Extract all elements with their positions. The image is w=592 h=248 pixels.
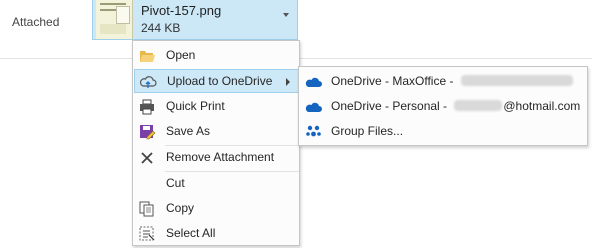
save-as-icon [138, 123, 156, 141]
remove-x-icon [138, 149, 156, 167]
folder-open-icon [138, 47, 156, 65]
attached-label: Attached [12, 15, 60, 29]
submenu-item-group-files[interactable]: Group Files... [300, 120, 586, 144]
attachment-thumbnail [96, 0, 133, 39]
attachment-context-menu: Open Upload to OneDrive Quick Print Save… [132, 40, 300, 246]
menu-item-upload-to-onedrive[interactable]: Upload to OneDrive [134, 69, 299, 93]
copy-icon [138, 200, 156, 218]
attachment-name: Pivot-157.png [141, 3, 222, 18]
submenu-item-label: Group Files... [331, 124, 404, 138]
cloud-upload-icon [139, 73, 157, 91]
menu-item-label: Quick Print [166, 99, 225, 113]
group-icon [305, 124, 323, 140]
menu-item-remove-attachment[interactable]: Remove Attachment [134, 146, 299, 170]
menu-item-cut[interactable]: Cut [134, 172, 299, 196]
menu-item-open[interactable]: Open [134, 44, 299, 68]
chevron-down-icon[interactable] [283, 13, 289, 17]
attachment-size: 244 KB [141, 21, 181, 35]
submenu-arrow-icon [286, 78, 290, 86]
menu-item-label: Upload to OneDrive [167, 74, 273, 88]
menu-item-copy[interactable]: Copy [134, 197, 299, 221]
menu-item-label: Cut [166, 176, 185, 190]
select-all-icon [138, 225, 156, 243]
menu-item-label: Open [166, 48, 196, 62]
menu-item-select-all[interactable]: Select All [134, 222, 299, 246]
menu-item-label: Select All [166, 226, 216, 240]
redacted-text [460, 75, 573, 86]
menu-item-label: Copy [166, 201, 195, 215]
submenu-item-onedrive-personal[interactable]: OneDrive - Personal - @hotmail.com [300, 95, 586, 119]
menu-item-save-as[interactable]: Save As [134, 120, 299, 144]
onedrive-icon [305, 99, 323, 115]
submenu-item-label: OneDrive - MaxOffice - [331, 74, 573, 88]
submenu-item-onedrive-business[interactable]: OneDrive - MaxOffice - [300, 70, 586, 94]
menu-item-label: Remove Attachment [166, 150, 275, 164]
menu-item-label: Save As [166, 124, 211, 138]
redacted-text [454, 100, 503, 111]
attachment-chip[interactable]: Pivot-157.png 244 KB [92, 0, 298, 40]
onedrive-submenu: OneDrive - MaxOffice - OneDrive - Person… [298, 66, 588, 146]
submenu-item-label: OneDrive - Personal - @hotmail.com [331, 99, 581, 113]
printer-icon [138, 98, 156, 116]
onedrive-icon [305, 74, 323, 90]
menu-item-quick-print[interactable]: Quick Print [134, 95, 299, 119]
